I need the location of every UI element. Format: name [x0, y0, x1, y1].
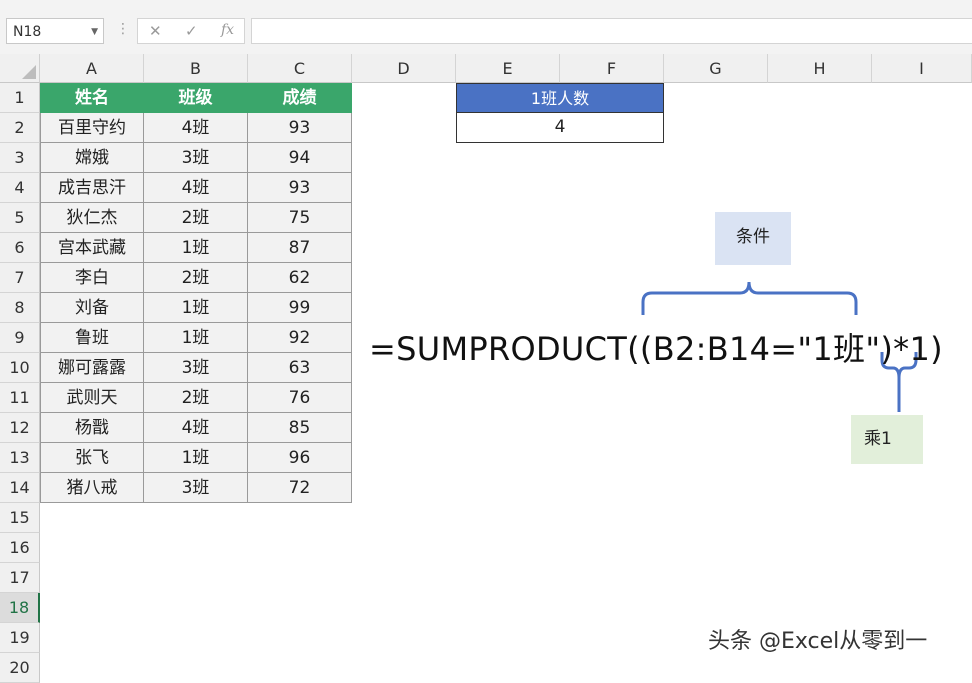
multiply-note: 乘1 [851, 415, 923, 464]
formula-annotation: =SUMPRODUCT((B2:B14="1班")*1) [369, 330, 943, 368]
condition-brace [641, 281, 858, 315]
watermark: 头条 @Excel从零到一 [708, 629, 928, 654]
